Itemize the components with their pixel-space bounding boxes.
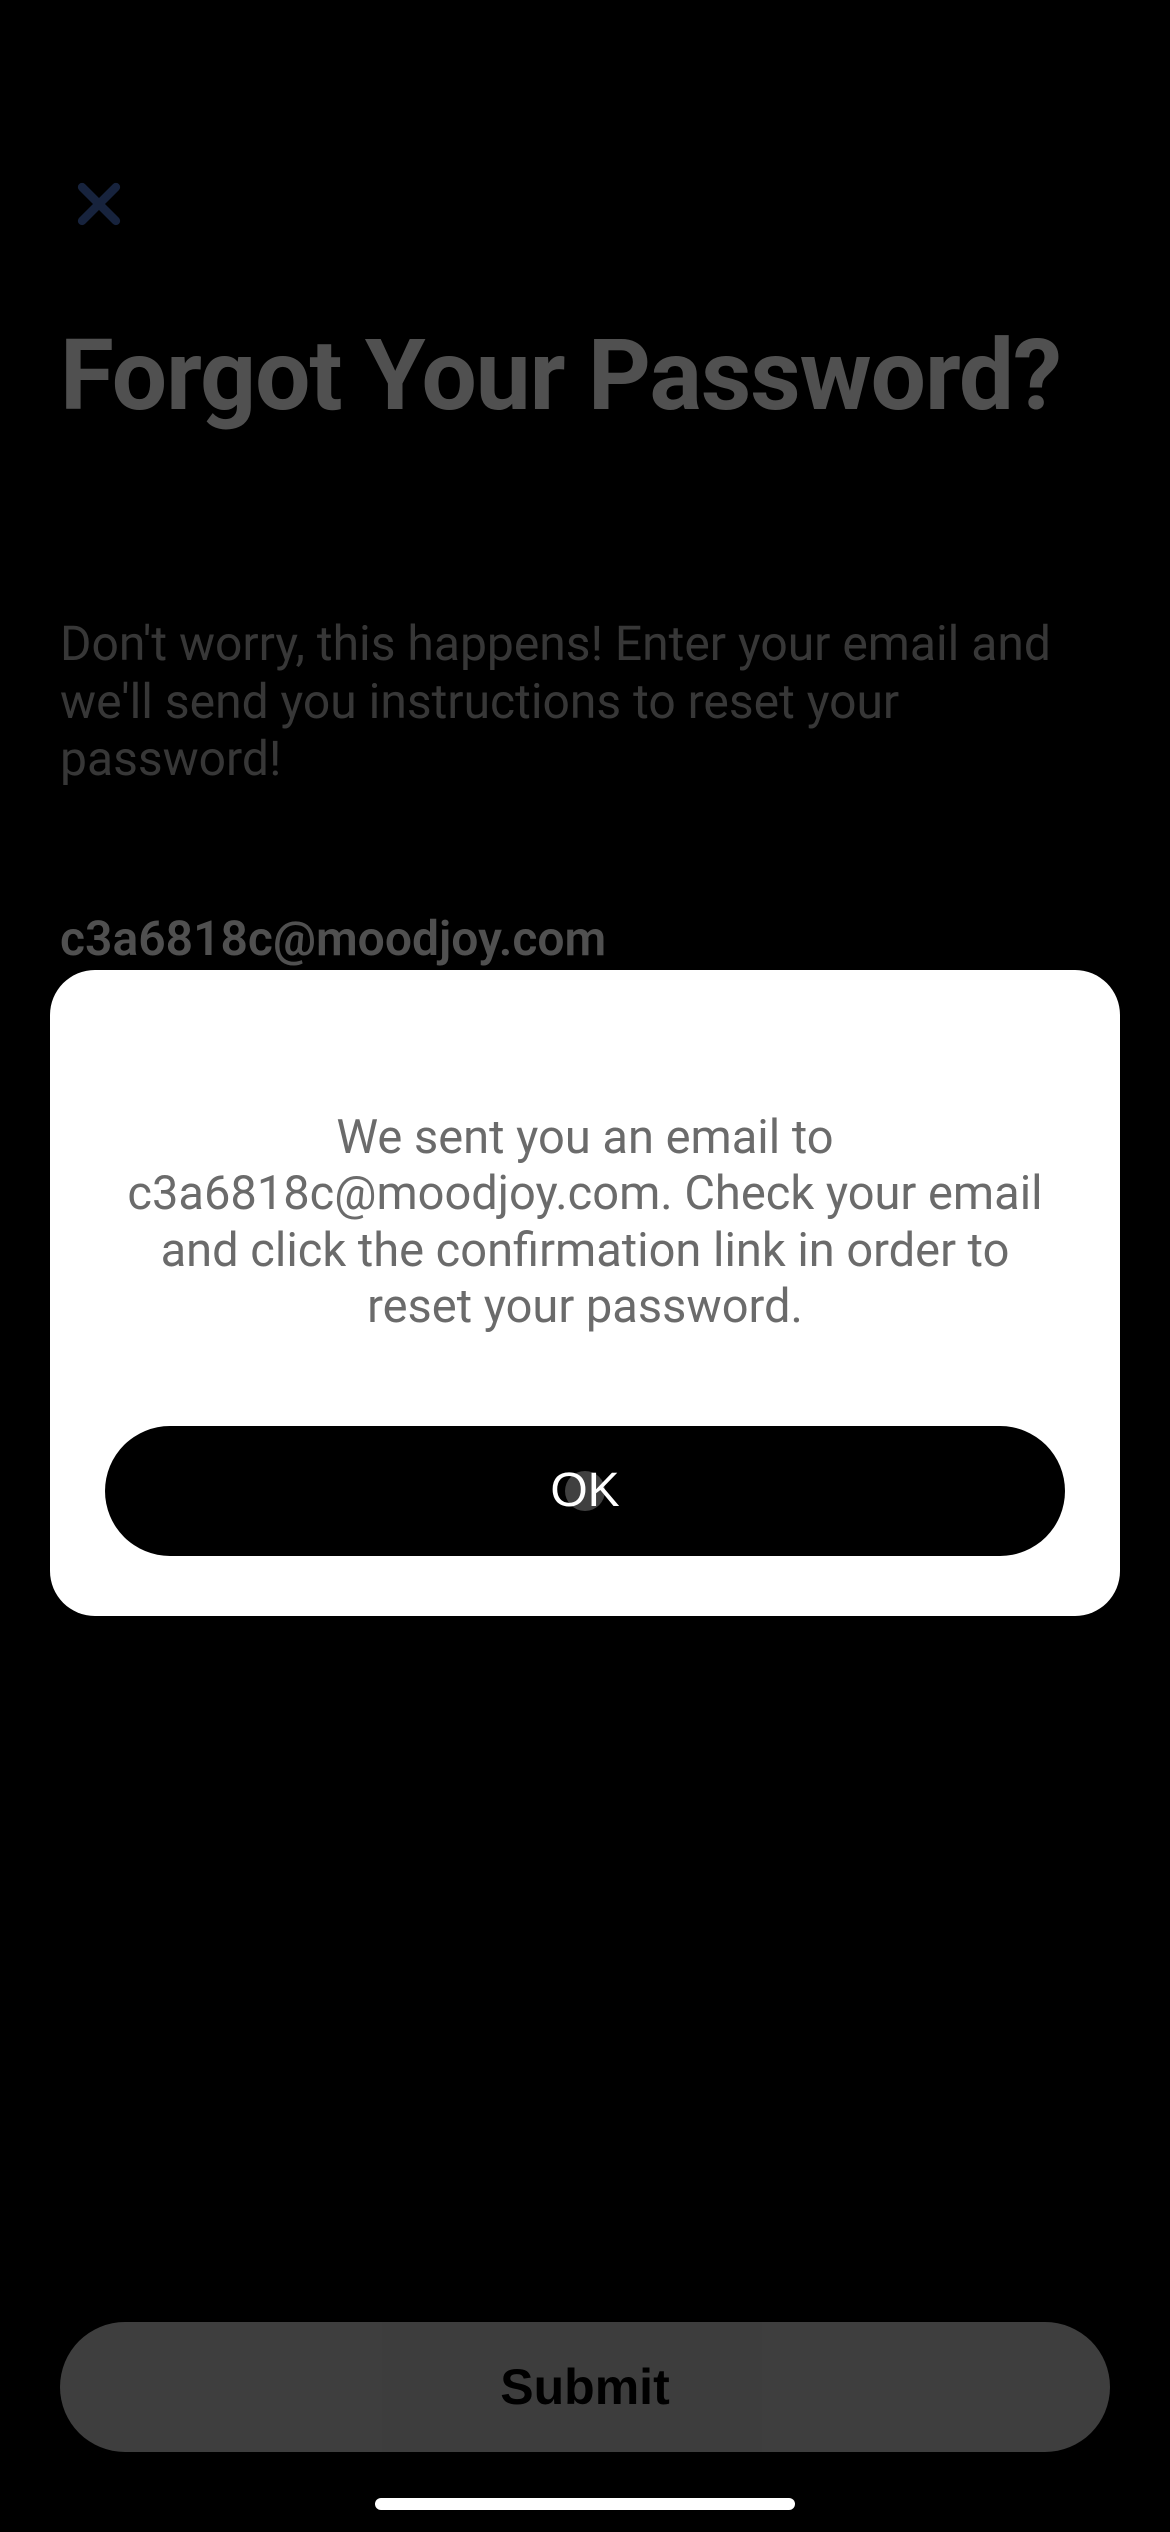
confirmation-modal: We sent you an email to c3a6818c@moodjoy… bbox=[50, 970, 1120, 1616]
modal-message: We sent you an email to c3a6818c@moodjoy… bbox=[105, 1110, 1065, 1336]
modal-overlay: We sent you an email to c3a6818c@moodjoy… bbox=[0, 0, 1170, 2532]
ok-button-label: OK bbox=[550, 1463, 619, 1518]
home-indicator[interactable] bbox=[375, 2498, 795, 2510]
ok-button[interactable]: OK bbox=[105, 1426, 1065, 1556]
